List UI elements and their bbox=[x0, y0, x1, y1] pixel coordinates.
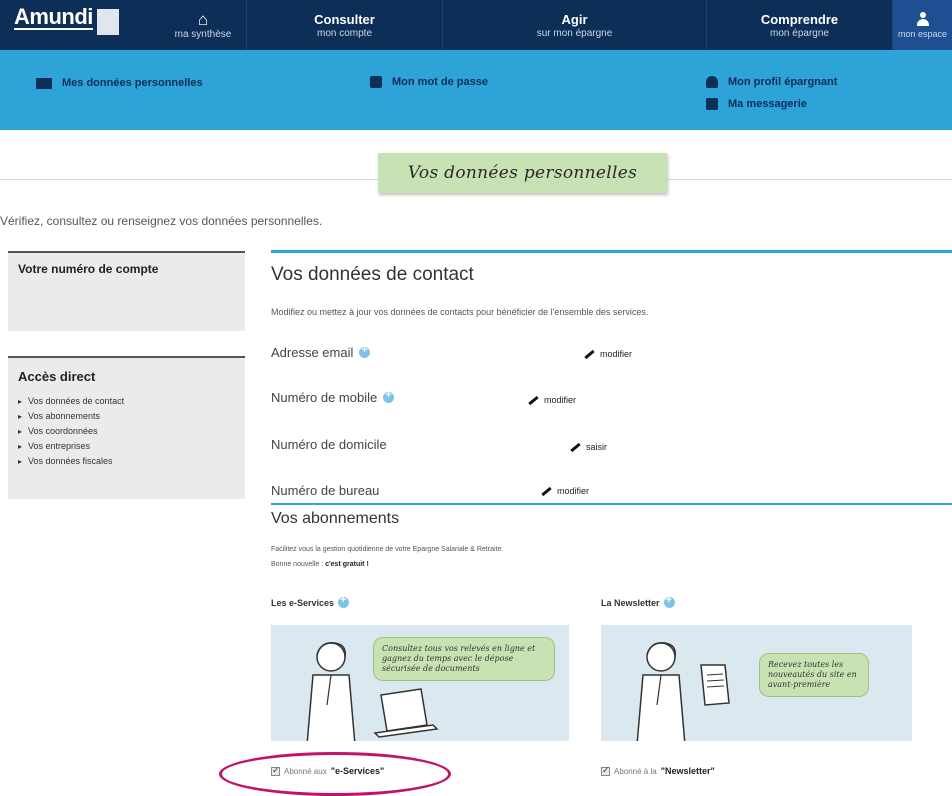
eservices-bubble: Consultez tous vos relevés en ligne et g… bbox=[373, 637, 555, 681]
subnav-password[interactable]: Mon mot de passe bbox=[370, 76, 488, 88]
subnav-messaging[interactable]: Ma messagerie bbox=[706, 98, 807, 110]
nav-comprendre[interactable]: Comprendre mon épargne bbox=[706, 0, 892, 50]
subnav-profile-label: Mon profil épargnant bbox=[728, 76, 838, 88]
newsletter-heading: La Newsletter bbox=[601, 594, 675, 608]
account-number-box: Votre numéro de compte bbox=[8, 251, 245, 331]
home-phone-enter-label: saisir bbox=[586, 442, 608, 452]
pencil-icon bbox=[570, 442, 581, 452]
newsletter-title: La Newsletter bbox=[601, 597, 660, 608]
subscriptions-divider bbox=[271, 503, 952, 505]
nav-consulter-subtitle: mon compte bbox=[316, 27, 373, 39]
mail-icon bbox=[706, 98, 718, 110]
eservices-title: Les e-Services bbox=[271, 597, 335, 608]
newsletter-subscribe[interactable]: Abonné à la "Newsletter" bbox=[601, 765, 715, 776]
email-modify-link[interactable]: modifier bbox=[584, 349, 632, 359]
page-title: Vos données personnelles bbox=[378, 153, 667, 193]
direct-link-subscriptions[interactable]: Vos abonnements bbox=[18, 409, 235, 424]
sub-navigation: Mes données personnelles Mon mot de pass… bbox=[0, 50, 952, 130]
newsletter-subscribe-prefix: Abonné à la bbox=[614, 766, 657, 776]
subscriptions-free-note: Bonne nouvelle : c'est gratuit ! bbox=[271, 561, 369, 568]
pencil-icon bbox=[541, 486, 552, 496]
direct-link-tax[interactable]: Vos données fiscales bbox=[18, 454, 235, 469]
cartoon-man-icon bbox=[636, 642, 686, 741]
direct-link-contact[interactable]: Vos données de contact bbox=[18, 394, 235, 409]
email-modify-label: modifier bbox=[600, 349, 633, 359]
home-phone-enter-link[interactable]: saisir bbox=[570, 442, 607, 452]
direct-access-box: Accès direct Vos données de contact Vos … bbox=[8, 356, 245, 499]
office-phone-modify-label: modifier bbox=[557, 486, 590, 496]
logo-badge-icon bbox=[96, 9, 119, 35]
mobile-modify-label: modifier bbox=[544, 395, 577, 405]
nav-consulter[interactable]: Consulter mon compte bbox=[246, 0, 442, 50]
pencil-icon bbox=[584, 349, 595, 359]
pencil-icon bbox=[528, 395, 539, 405]
subnav-messaging-label: Ma messagerie bbox=[728, 98, 807, 110]
person-icon bbox=[706, 76, 718, 88]
id-card-icon bbox=[36, 77, 52, 89]
info-icon[interactable] bbox=[663, 594, 675, 608]
nav-agir-subtitle: sur mon épargne bbox=[536, 27, 613, 39]
office-phone-label: Numéro de bureau bbox=[271, 483, 380, 498]
free-note-bold: c'est gratuit ! bbox=[325, 561, 369, 568]
email-row-label: Adresse email bbox=[271, 344, 371, 360]
nav-home[interactable]: ⌂ ma synthèse bbox=[160, 0, 246, 50]
newsletter-bubble: Recevez toutes les nouveautés du site en… bbox=[759, 653, 869, 697]
eservices-heading: Les e-Services bbox=[271, 594, 350, 608]
nav-espace-label: mon espace bbox=[897, 28, 948, 39]
document-icon bbox=[700, 664, 730, 706]
eservices-subscribe[interactable]: Abonné aux "e-Services" bbox=[271, 765, 385, 776]
lock-icon bbox=[370, 76, 382, 88]
mobile-row-label: Numéro de mobile bbox=[271, 389, 395, 405]
info-icon[interactable] bbox=[383, 389, 395, 403]
subnav-personal-data-label: Mes données personnelles bbox=[62, 77, 203, 89]
contact-section-divider bbox=[271, 250, 952, 253]
nav-consulter-title: Consulter bbox=[314, 11, 375, 27]
home-phone-label: Numéro de domicile bbox=[271, 437, 387, 452]
nav-mon-espace[interactable]: mon espace bbox=[892, 0, 952, 50]
eservices-subscribe-name: "e-Services" bbox=[330, 766, 385, 776]
brand-name: Amundi bbox=[14, 4, 93, 30]
nav-comprendre-title: Comprendre bbox=[760, 11, 839, 27]
newsletter-checkbox[interactable] bbox=[601, 765, 610, 776]
top-navigation: Amundi ⌂ ma synthèse Consulter mon compt… bbox=[0, 0, 952, 50]
newsletter-illustration: Recevez toutes les nouveautés du site en… bbox=[601, 625, 912, 741]
nav-agir-title: Agir bbox=[561, 11, 588, 27]
amundi-logo[interactable]: Amundi bbox=[0, 0, 160, 50]
mobile-label: Numéro de mobile bbox=[271, 390, 378, 405]
office-phone-row-label: Numéro de bureau bbox=[271, 483, 379, 498]
direct-access-list: Vos données de contact Vos abonnements V… bbox=[18, 394, 235, 469]
home-icon: ⌂ bbox=[197, 9, 209, 29]
subnav-personal-data[interactable]: Mes données personnelles bbox=[36, 77, 203, 89]
eservices-checkbox[interactable] bbox=[271, 765, 280, 776]
info-icon[interactable] bbox=[359, 344, 371, 358]
mobile-modify-link[interactable]: modifier bbox=[528, 395, 576, 405]
email-label: Adresse email bbox=[271, 345, 354, 360]
contact-description: Modifiez ou mettez à jour vos données de… bbox=[271, 307, 649, 317]
info-icon[interactable] bbox=[338, 594, 350, 608]
direct-link-companies[interactable]: Vos entreprises bbox=[18, 439, 235, 454]
subnav-password-label: Mon mot de passe bbox=[392, 76, 488, 88]
eservices-subscribe-prefix: Abonné aux bbox=[284, 766, 327, 776]
direct-link-coordinates[interactable]: Vos coordonnées bbox=[18, 424, 235, 439]
subscriptions-title: Vos abonnements bbox=[271, 510, 400, 527]
cartoon-man-icon bbox=[306, 642, 356, 741]
newsletter-subscribe-name: "Newsletter" bbox=[660, 766, 715, 776]
subscriptions-description: Facilitez vous la gestion quotidienne de… bbox=[271, 546, 504, 553]
nav-home-label: ma synthèse bbox=[174, 28, 232, 40]
subnav-profile[interactable]: Mon profil épargnant bbox=[706, 76, 837, 88]
office-phone-modify-link[interactable]: modifier bbox=[541, 486, 589, 496]
laptop-icon bbox=[373, 688, 439, 738]
eservices-illustration: Consultez tous vos relevés en ligne et g… bbox=[271, 625, 569, 741]
contact-title: Vos données de contact bbox=[271, 264, 474, 285]
home-phone-row-label: Numéro de domicile bbox=[271, 437, 387, 452]
intro-text: Vérifiez, consultez ou renseignez vos do… bbox=[0, 214, 323, 228]
free-note-prefix: Bonne nouvelle : bbox=[271, 561, 324, 568]
direct-access-title: Accès direct bbox=[18, 369, 96, 384]
nav-agir[interactable]: Agir sur mon épargne bbox=[442, 0, 706, 50]
user-icon bbox=[916, 11, 929, 26]
nav-comprendre-subtitle: mon épargne bbox=[770, 27, 829, 39]
account-number-title: Votre numéro de compte bbox=[18, 262, 159, 276]
